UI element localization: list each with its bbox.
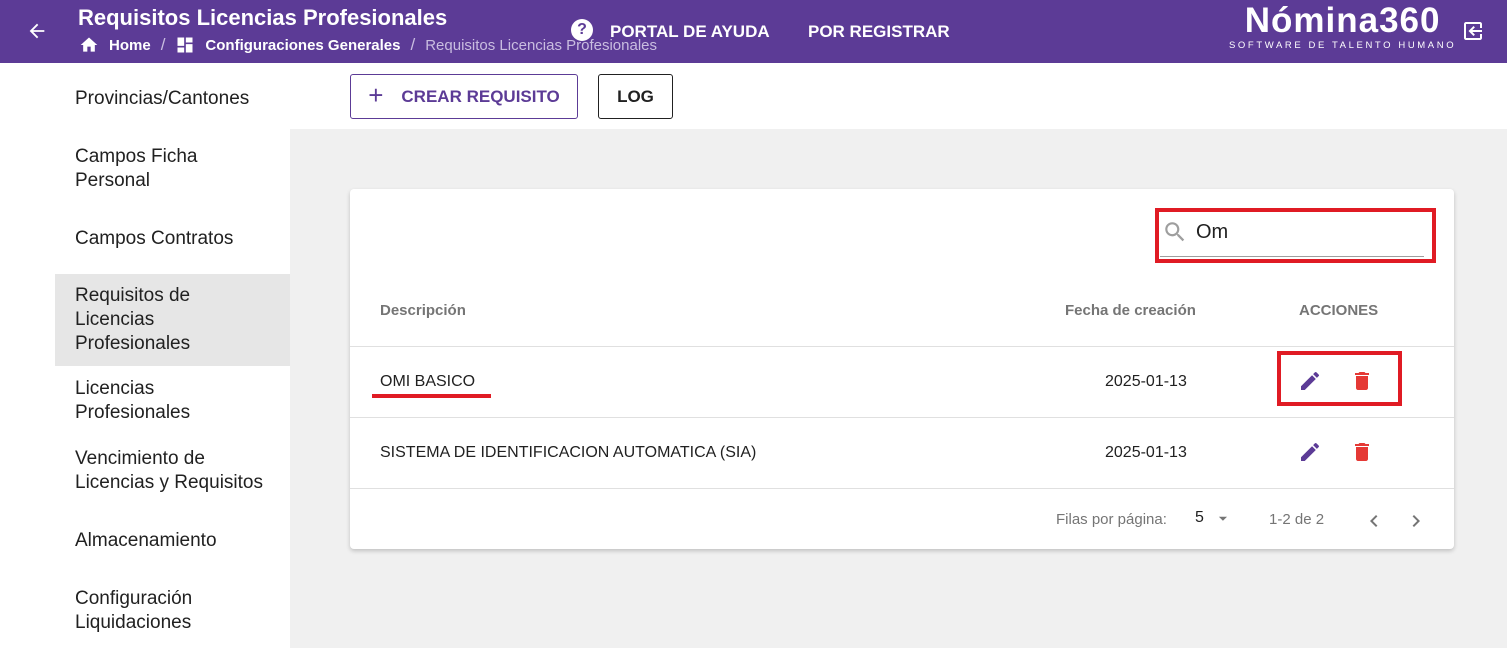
breadcrumb-home-label: Home <box>109 36 151 54</box>
pencil-icon <box>1301 442 1320 461</box>
brand-logo: Nómina360 SOFTWARE DE TALENTO HUMANO <box>1229 1 1456 51</box>
sidebar-item-vencimiento[interactable]: Vencimiento de Licencias y Requisitos <box>55 447 290 495</box>
sidebar-item-provincias[interactable]: Provincias/Cantones <box>55 87 290 111</box>
help-icon[interactable]: ? <box>571 19 593 41</box>
row-divider <box>350 417 1454 418</box>
pagination-range: 1-2 de 2 <box>1269 511 1325 528</box>
description-highlight-underline <box>372 394 491 398</box>
column-header-actions: ACCIONES <box>1299 302 1379 319</box>
rows-per-page-value: 5 <box>1195 509 1204 526</box>
next-page-button[interactable] <box>1404 509 1428 538</box>
sidebar-item-licencias[interactable]: Licencias Profesionales <box>55 377 290 425</box>
breadcrumb-separator: / <box>410 35 416 54</box>
prev-page-button[interactable] <box>1362 509 1386 538</box>
row-1-date: 2025-01-13 <box>1105 373 1187 390</box>
create-requirement-label: CREAR REQUISITO <box>401 86 560 106</box>
row-2-description: SISTEMA DE IDENTIFICACION AUTOMATICA (SI… <box>380 444 757 461</box>
rows-per-page-select[interactable]: 5 <box>1195 509 1230 527</box>
sidebar-item-requisitos[interactable]: Requisitos de Licencias Profesionales <box>55 274 290 366</box>
chevron-left-icon <box>1370 515 1378 527</box>
logo-tagline: SOFTWARE DE TALENTO HUMANO <box>1229 40 1457 51</box>
logout-button[interactable] <box>1461 19 1485 48</box>
log-button[interactable]: LOG <box>598 74 673 119</box>
create-requirement-button[interactable]: + CREAR REQUISITO <box>350 74 578 119</box>
help-portal-link[interactable]: PORTAL DE AYUDA <box>610 22 770 42</box>
arrow-left-icon <box>29 23 45 39</box>
search-highlight-box <box>1155 208 1436 263</box>
breadcrumb-config[interactable]: Configuraciones Generales <box>175 35 400 55</box>
back-button[interactable] <box>22 16 52 46</box>
plus-icon: + <box>368 79 384 110</box>
app-header: Requisitos Licencias Profesionales Home … <box>0 0 1507 63</box>
sidebar: Provincias/Cantones Campos Ficha Persona… <box>55 63 290 648</box>
column-header-description[interactable]: Descripción <box>380 302 466 319</box>
row-divider <box>350 346 1454 347</box>
row-2-delete-button[interactable] <box>1350 440 1374 469</box>
breadcrumb-home[interactable]: Home <box>79 35 151 55</box>
row-2-date: 2025-01-13 <box>1105 444 1187 461</box>
caret-down-icon <box>1218 516 1227 521</box>
actions-highlight-box <box>1277 351 1402 406</box>
row-divider <box>350 488 1454 489</box>
sidebar-item-campos-contratos[interactable]: Campos Contratos <box>55 227 290 251</box>
trash-icon <box>1355 443 1369 461</box>
dashboard-icon <box>177 37 193 53</box>
breadcrumb-config-label: Configuraciones Generales <box>205 36 401 54</box>
logo-text: Nómina360 <box>1244 1 1441 40</box>
sidebar-item-liquidaciones[interactable]: Configuración Liquidaciones <box>55 587 290 635</box>
row-2-edit-button[interactable] <box>1298 440 1322 469</box>
breadcrumb-separator: / <box>160 35 166 54</box>
chevron-right-icon <box>1412 515 1420 527</box>
column-header-date[interactable]: Fecha de creación <box>1065 302 1196 319</box>
sidebar-item-almacenamiento[interactable]: Almacenamiento <box>55 529 290 553</box>
home-icon <box>80 37 98 52</box>
breadcrumb: Home / Configuraciones Generales / Requi… <box>79 35 657 55</box>
page-title: Requisitos Licencias Profesionales <box>78 5 448 30</box>
logout-icon <box>1464 22 1482 40</box>
row-1-description: OMI BASICO <box>380 373 476 390</box>
register-link[interactable]: POR REGISTRAR <box>808 22 950 42</box>
requirements-table-card: Descripción Fecha de creación ACCIONES O… <box>350 189 1454 549</box>
rows-per-page-label: Filas por página: <box>1056 511 1167 528</box>
sidebar-item-campos-ficha[interactable]: Campos Ficha Personal <box>55 145 215 193</box>
